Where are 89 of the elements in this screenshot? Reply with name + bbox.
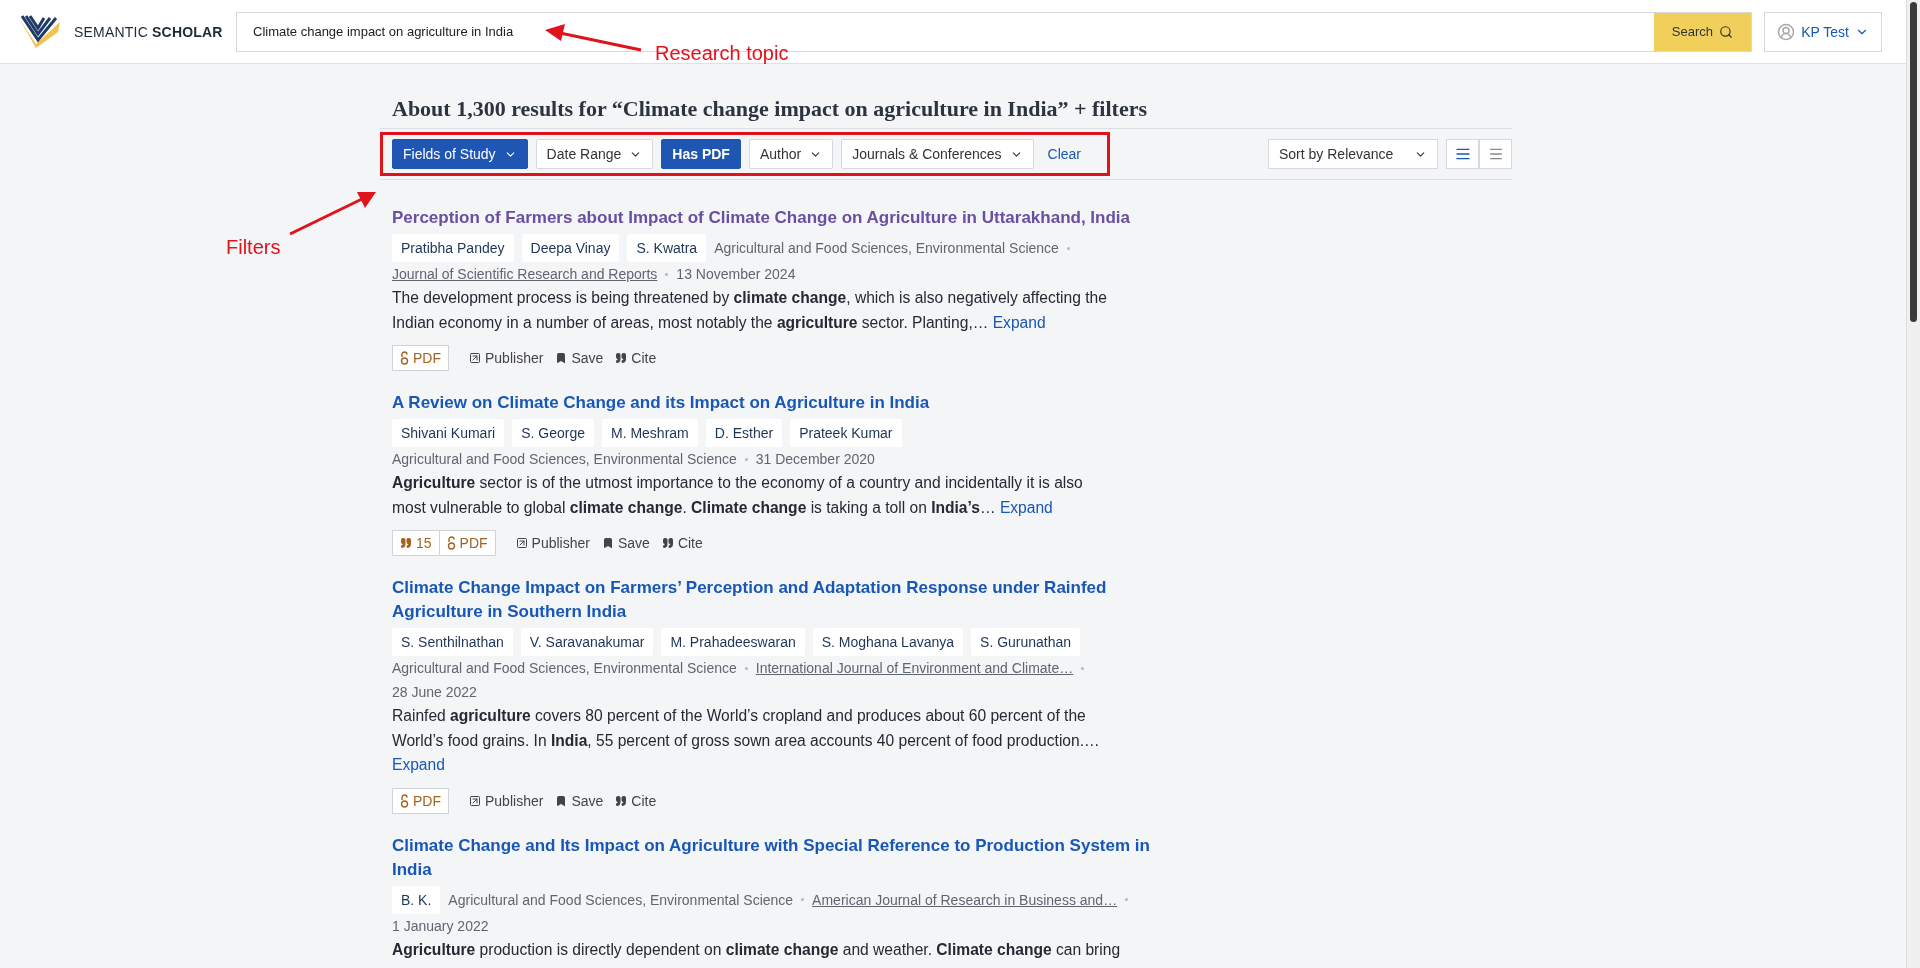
external-link-icon <box>515 537 528 549</box>
logo-text: SEMANTIC SCHOLAR <box>74 23 223 40</box>
filter-button[interactable]: Fields of Study <box>392 139 528 169</box>
paper-meta: Agricultural and Food Sciences, Environmental Science <box>714 239 1059 258</box>
separator-dot <box>1066 246 1070 250</box>
menu-icon <box>1487 146 1504 162</box>
author-chip[interactable]: S. George <box>512 419 594 447</box>
author-chip[interactable]: S. Senthilnathan <box>392 628 513 656</box>
quote-icon <box>615 352 628 364</box>
bookmark-icon <box>601 537 614 549</box>
paper-abstract: Agriculture sector is of the utmost importance to the economy of a country and incidentally it is also most vulnerable to global climate change. Climate change is taking a toll on India’s… Expand <box>392 473 1084 518</box>
venue-link[interactable]: Journal of Scientific Research and Reports <box>392 262 658 286</box>
logo-icon <box>18 13 62 50</box>
author-chip[interactable]: M. Meshram <box>602 419 698 447</box>
publisher-button[interactable]: Publisher <box>515 535 590 551</box>
pdf-button[interactable]: PDF <box>392 345 449 371</box>
bookmark-icon <box>555 794 568 807</box>
paper-abstract: The development process is being threatened by climate change, which is also negatively affecting the Indian economy in a number of areas, most notably the agriculture sector. Planting,… Expand <box>392 288 1108 333</box>
author-chip[interactable]: V. Saravanakumar <box>520 628 654 656</box>
separator-dot <box>801 898 805 901</box>
cite-button[interactable]: Cite <box>615 792 657 809</box>
sort-dropdown[interactable]: Sort by Relevance <box>1268 139 1438 169</box>
paper-meta: Agricultural and Food Sciences, Environmental Science <box>392 450 737 469</box>
paper-meta: Agricultural and Food Sciences, Environmental Science <box>448 890 794 910</box>
author-chip[interactable]: Shivani Kumari <box>392 419 505 447</box>
user-avatar-icon <box>1777 22 1796 41</box>
expand-link[interactable]: Expand <box>392 756 445 773</box>
results-heading: About 1,300 results for “Climate change impact on agriculture in India” + filters <box>392 96 1148 122</box>
paper-meta: 28 June 2022 <box>392 683 477 702</box>
open-access-icon <box>400 351 409 365</box>
pdf-button[interactable]: PDF <box>392 787 449 814</box>
author-chip[interactable]: Pratibha Pandey <box>392 234 514 262</box>
author-chip[interactable]: S. Kwatra <box>627 234 707 262</box>
author-chip[interactable]: Deepa Vinay <box>521 234 620 262</box>
author-chip[interactable]: S. Gurunathan <box>971 628 1081 656</box>
separator-dot <box>1081 666 1085 670</box>
quote-icon <box>400 537 412 549</box>
separator-dot <box>744 666 748 670</box>
separator-dot <box>1125 898 1129 901</box>
paper-abstract: Rainfed agriculture covers 80 percent of the World’s cropland and produces about 60 percent of the World’s food grains. In India, 55 percent of gross sown area accounts 40 percent of food production.… Expand <box>392 706 1101 775</box>
paper-title[interactable]: Climate Change and Its Impact on Agriculture with Special Reference to Production System in India <box>392 833 1152 882</box>
save-button[interactable]: Save <box>555 350 604 366</box>
paper-meta: Agricultural and Food Sciences, Environmental Science <box>392 659 737 678</box>
cite-button[interactable]: Cite <box>661 535 703 551</box>
author-chip[interactable]: Prateek Kumar <box>790 419 902 447</box>
quote-icon <box>661 537 674 549</box>
open-access-icon <box>446 536 456 550</box>
publisher-button[interactable]: Publisher <box>469 350 544 366</box>
venue-link[interactable]: American Journal of Research in Business and… <box>812 887 1118 912</box>
filter-button[interactable]: Journals & Conferences <box>841 139 1034 169</box>
search-icon <box>1719 24 1733 39</box>
citations-button[interactable]: 15 <box>392 530 440 556</box>
author-chip[interactable]: M. Prahadeeswaran <box>661 628 805 656</box>
filter-button[interactable]: Author <box>748 139 834 169</box>
user-menu-button[interactable]: KP Test <box>1764 11 1882 52</box>
publisher-button[interactable]: Publisher <box>469 792 544 809</box>
clear-link[interactable]: Clear <box>1041 146 1088 162</box>
bookmark-icon <box>555 352 568 364</box>
external-link-icon <box>469 352 481 364</box>
pdf-button[interactable]: PDF <box>438 530 496 556</box>
cite-button[interactable]: Cite <box>615 350 657 366</box>
author-chip[interactable]: B. K. <box>392 885 441 914</box>
search-button[interactable]: Search <box>1653 12 1751 51</box>
expand-link[interactable]: Expand <box>999 498 1053 516</box>
list-icon <box>1454 146 1471 162</box>
venue-link[interactable]: International Journal of Environment and Climate… <box>755 656 1074 680</box>
list-view-button[interactable] <box>1446 139 1479 169</box>
paper-meta: 31 December 2020 <box>755 450 875 469</box>
open-access-icon <box>400 793 409 808</box>
filter-button[interactable]: Date Range <box>535 139 654 169</box>
paper-abstract: Agriculture production is directly dependent on climate change and weather. Climate change can bring <box>392 939 1122 960</box>
separator-dot <box>665 272 669 276</box>
paper-title[interactable]: Climate Change Impact on Farmers’ Perception and Adaptation Response under Rainfed Agriculture in Southern India <box>392 576 1152 624</box>
paper-meta: 13 November 2024 <box>676 265 796 284</box>
external-link-icon <box>469 794 481 807</box>
separator-dot <box>744 457 748 461</box>
save-button[interactable]: Save <box>601 535 650 551</box>
paper-title[interactable]: Perception of Farmers about Impact of Climate Change on Agriculture in Uttarakhand, India <box>392 206 1152 230</box>
paper-meta: 1 January 2022 <box>392 916 489 936</box>
compact-view-button[interactable] <box>1479 139 1512 169</box>
annotation-label: Filters <box>226 236 281 259</box>
expand-link[interactable]: Expand <box>992 313 1046 331</box>
quote-icon <box>615 794 628 807</box>
filter-button[interactable]: Has PDF <box>661 139 741 169</box>
save-button[interactable]: Save <box>555 792 604 809</box>
author-chip[interactable]: S. Moghana Lavanya <box>812 628 964 656</box>
author-chip[interactable]: D. Esther <box>705 419 783 447</box>
scrollbar-thumb[interactable] <box>1910 2 1917 322</box>
paper-title[interactable]: A Review on Climate Change and its Impact on Agriculture in India <box>392 391 1152 415</box>
